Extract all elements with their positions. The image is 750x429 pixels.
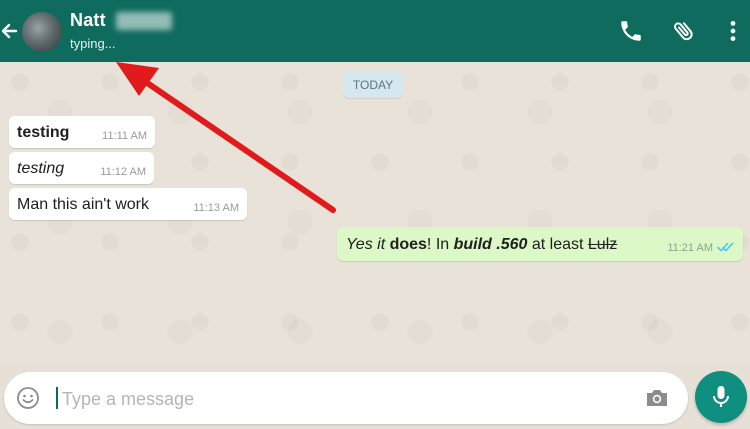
message-input-container[interactable] xyxy=(4,372,688,424)
camera-icon[interactable] xyxy=(644,386,670,410)
message-text: Man this ain't work xyxy=(17,196,149,213)
chat-area[interactable]: TODAY testing 11:11 AM testing 11:12 AM … xyxy=(0,62,750,364)
message-time: 11:12 AM xyxy=(100,166,146,178)
typing-status: typing... xyxy=(70,36,116,51)
mic-button[interactable] xyxy=(695,371,747,423)
text-part-strikethrough: Lulz xyxy=(587,236,618,253)
text-part: ! In xyxy=(426,236,454,253)
message-text: testing xyxy=(17,160,65,177)
message-text: testing xyxy=(17,124,70,141)
back-arrow-icon[interactable] xyxy=(0,16,20,46)
incoming-message[interactable]: testing 11:12 AM xyxy=(9,152,154,184)
incoming-message[interactable]: Man this ain't work 11:13 AM xyxy=(9,188,247,220)
contact-name[interactable]: Natt xyxy=(70,10,106,31)
text-part: at least xyxy=(527,236,588,253)
paperclip-icon[interactable] xyxy=(671,18,697,44)
outgoing-message[interactable]: Yes it does! In build .560 at least Lulz… xyxy=(337,227,743,261)
composer-bar xyxy=(0,364,750,429)
name-redaction xyxy=(116,12,172,30)
message-input[interactable] xyxy=(60,382,624,416)
chat-header: Natt typing... xyxy=(0,0,750,62)
text-part-italic: Yes it xyxy=(346,236,390,253)
phone-icon[interactable] xyxy=(618,18,644,44)
date-divider: TODAY xyxy=(343,72,403,98)
text-cursor xyxy=(56,387,58,409)
message-time: 11:11 AM xyxy=(102,130,147,142)
mic-icon xyxy=(713,386,729,407)
text-part-bold: does xyxy=(389,236,427,253)
message-text: Yes it does! In build .560 at least Lulz xyxy=(346,236,617,254)
contact-avatar[interactable] xyxy=(22,12,62,52)
message-time: 11:21 AM xyxy=(667,242,713,254)
emoji-icon[interactable] xyxy=(16,386,40,410)
message-time: 11:13 AM xyxy=(193,202,239,214)
incoming-message[interactable]: testing 11:11 AM xyxy=(9,116,155,148)
text-part-bold-italic: build .560 xyxy=(453,236,528,253)
more-vert-icon[interactable] xyxy=(720,18,746,44)
double-check-icon xyxy=(717,242,734,252)
